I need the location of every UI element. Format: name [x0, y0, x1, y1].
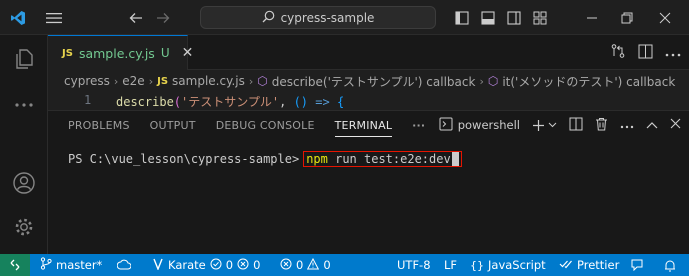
tab-terminal[interactable]: TERMINAL	[334, 111, 393, 139]
code-editor[interactable]: 1 describe('テストサンプル', () => {	[48, 92, 689, 110]
tab-output[interactable]: OUTPUT	[150, 111, 196, 139]
panel-more-actions-icon[interactable]	[620, 118, 634, 132]
feedback-icon[interactable]	[630, 254, 644, 276]
javascript-file-icon: JS	[157, 75, 169, 87]
tab-filename: sample.cy.js	[78, 45, 155, 61]
terminal-icon	[439, 117, 453, 134]
warning-icon	[307, 257, 320, 273]
terminal-shell-selector[interactable]: powershell	[439, 117, 520, 134]
symbol-method-icon: ⬡	[487, 74, 499, 88]
menu-icon[interactable]	[42, 0, 66, 35]
chevron-right-icon: ›	[148, 74, 154, 88]
panel-more-icon[interactable]: ···	[412, 111, 425, 139]
tab-sample-cy-js[interactable]: JS sample.cy.js U ✕	[48, 35, 193, 70]
forward-arrow-icon[interactable]	[152, 0, 174, 35]
tab-debug-console[interactable]: DEBUG CONSOLE	[216, 111, 315, 139]
breadcrumb: cypress › e2e › JS sample.cy.js › ⬡ desc…	[48, 70, 689, 92]
symbol-method-icon: ⬡	[257, 74, 268, 88]
double-check-icon	[559, 258, 573, 272]
command-args: run test:e2e:dev	[327, 152, 451, 166]
back-arrow-icon[interactable]	[125, 0, 147, 35]
vscode-logo-icon	[6, 0, 30, 35]
remote-indicator-icon[interactable]	[0, 254, 30, 276]
toggle-secondary-sidebar-icon[interactable]	[503, 0, 525, 35]
title-bar: cypress-sample	[0, 0, 689, 35]
chevron-right-icon: ›	[479, 74, 484, 88]
karate-status[interactable]: Karate 0 0	[152, 254, 260, 276]
branch-indicator[interactable]: master*	[40, 254, 102, 276]
new-terminal-icon[interactable]	[532, 119, 557, 132]
fail-icon	[237, 258, 249, 273]
braces-icon: {}	[470, 258, 484, 272]
terminal-output[interactable]: PS C:\vue_lesson\cypress-sample> npm run…	[68, 151, 462, 167]
line-number: 1	[84, 93, 92, 107]
accounts-icon[interactable]	[0, 163, 48, 203]
tab-problems[interactable]: PROBLEMS	[68, 111, 130, 139]
error-icon	[280, 258, 292, 273]
explorer-icon[interactable]	[0, 39, 48, 79]
customize-layout-icon[interactable]	[529, 0, 551, 35]
branch-name: master*	[56, 258, 103, 272]
restore-icon[interactable]	[617, 0, 637, 35]
karate-pass-count: 0	[225, 258, 234, 272]
status-bar: master* Karate 0 0 0 0 UTF-8 LF {} JavaS…	[0, 254, 689, 276]
manage-gear-icon[interactable]	[0, 207, 48, 247]
highlighted-command: npm run test:e2e:dev	[303, 151, 462, 167]
bottom-panel: PROBLEMS OUTPUT DEBUG CONSOLE TERMINAL ·…	[48, 110, 689, 254]
code-line: describe('テストサンプル', () => {	[116, 95, 345, 109]
search-icon	[262, 10, 275, 26]
toggle-panel-icon[interactable]	[477, 0, 499, 35]
maximize-panel-icon[interactable]	[646, 118, 658, 132]
error-count: 0	[296, 258, 304, 272]
breadcrumb-item[interactable]: cypress	[64, 74, 110, 88]
warning-count: 0	[323, 258, 331, 272]
command-npm: npm	[306, 152, 328, 166]
terminal-cursor	[451, 152, 459, 166]
shell-name: powershell	[457, 118, 520, 132]
search-text: cypress-sample	[280, 10, 375, 25]
more-actions-icon[interactable]	[665, 46, 681, 60]
close-window-icon[interactable]	[655, 0, 675, 35]
untracked-badge: U	[160, 46, 170, 60]
eol-status[interactable]: LF	[444, 254, 457, 276]
prettier-label: Prettier	[577, 258, 620, 272]
breadcrumb-item[interactable]: e2e	[122, 74, 144, 88]
karate-label: Karate	[168, 258, 206, 272]
javascript-file-icon: JS	[62, 47, 73, 59]
karate-fail-count: 0	[253, 258, 261, 272]
activity-bar	[0, 35, 48, 254]
minimize-icon[interactable]	[582, 0, 602, 35]
git-branch-icon	[40, 257, 52, 273]
breadcrumb-item[interactable]: describe('テストサンプル') callback	[272, 73, 476, 90]
language-mode[interactable]: {} JavaScript	[470, 254, 546, 276]
pass-icon	[210, 258, 222, 273]
terminal-prompt: PS C:\vue_lesson\cypress-sample>	[68, 152, 300, 166]
split-terminal-icon[interactable]	[569, 117, 583, 134]
karate-icon	[152, 258, 164, 273]
chevron-right-icon: ›	[248, 74, 254, 88]
kill-terminal-icon[interactable]	[595, 117, 608, 134]
command-center-search[interactable]: cypress-sample	[200, 6, 436, 29]
editor-tab-bar: JS sample.cy.js U ✕	[48, 35, 689, 70]
split-editor-icon[interactable]	[638, 44, 653, 62]
chevron-right-icon: ›	[113, 74, 119, 88]
close-panel-icon[interactable]	[670, 118, 681, 132]
breadcrumb-item[interactable]: it('メソッドのテスト') callback	[502, 73, 675, 90]
notifications-bell-icon[interactable]	[664, 254, 676, 276]
more-views-icon[interactable]	[0, 85, 48, 125]
sync-icon[interactable]	[117, 254, 131, 276]
encoding-status[interactable]: UTF-8	[397, 254, 431, 276]
toggle-primary-sidebar-icon[interactable]	[451, 0, 473, 35]
language-name: JavaScript	[488, 258, 546, 272]
breadcrumb-item[interactable]: sample.cy.js	[172, 74, 245, 88]
close-tab-icon[interactable]: ✕	[182, 45, 194, 61]
problems-status[interactable]: 0 0	[280, 254, 331, 276]
open-changes-icon[interactable]	[610, 43, 626, 62]
prettier-status[interactable]: Prettier	[559, 254, 619, 276]
